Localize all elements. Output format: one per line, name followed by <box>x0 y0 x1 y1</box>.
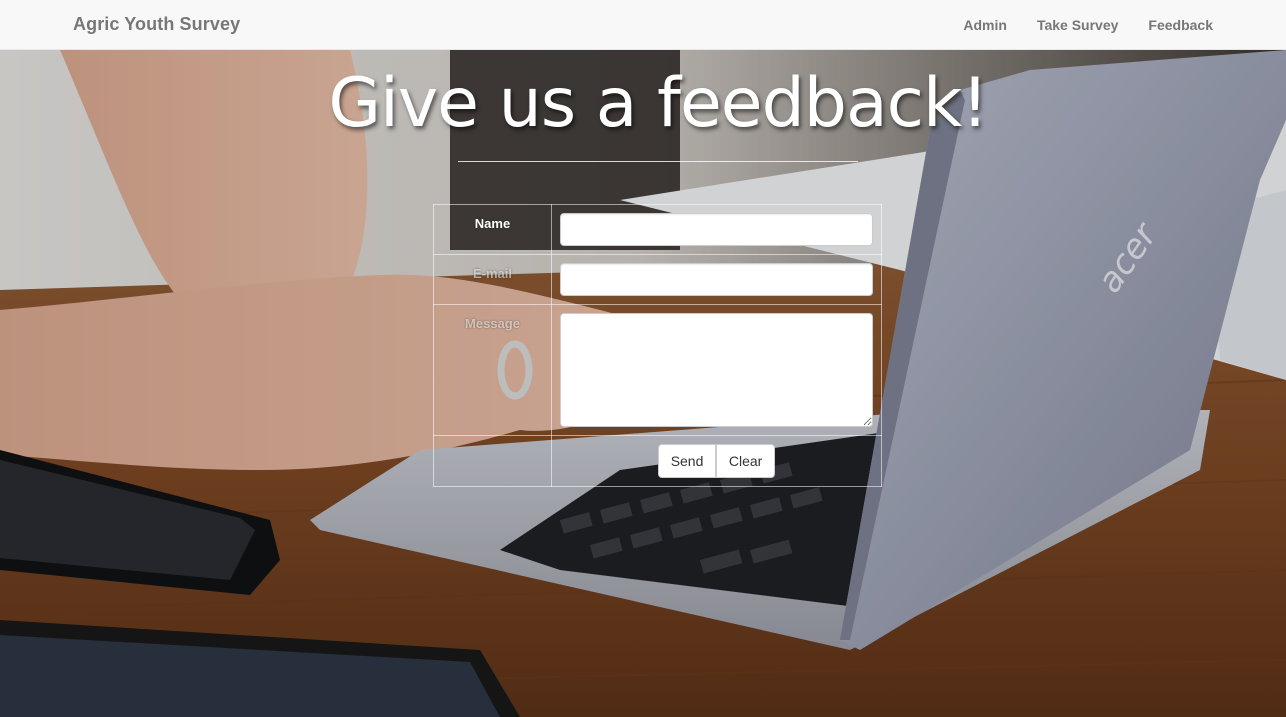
top-navbar: Agric Youth Survey Admin Take Survey Fee… <box>0 0 1286 50</box>
message-label: Message <box>433 304 552 436</box>
send-button[interactable]: Send <box>657 444 717 478</box>
name-input[interactable] <box>560 213 873 246</box>
feedback-form: Name E-mail Message Send Clear <box>433 204 882 487</box>
brand-link[interactable]: Agric Youth Survey <box>73 14 240 35</box>
nav-links: Admin Take Survey Feedback <box>963 17 1213 33</box>
email-label: E-mail <box>433 254 552 305</box>
name-label: Name <box>433 204 552 255</box>
actions-empty-cell <box>433 435 552 487</box>
page-headline: Give us a feedback! <box>328 64 988 143</box>
clear-button[interactable]: Clear <box>715 444 776 478</box>
nav-link-feedback[interactable]: Feedback <box>1148 17 1213 33</box>
headline-divider <box>458 161 858 162</box>
nav-link-admin[interactable]: Admin <box>963 17 1007 33</box>
email-input[interactable] <box>560 263 873 296</box>
message-textarea[interactable] <box>560 313 873 427</box>
nav-link-take-survey[interactable]: Take Survey <box>1037 17 1118 33</box>
